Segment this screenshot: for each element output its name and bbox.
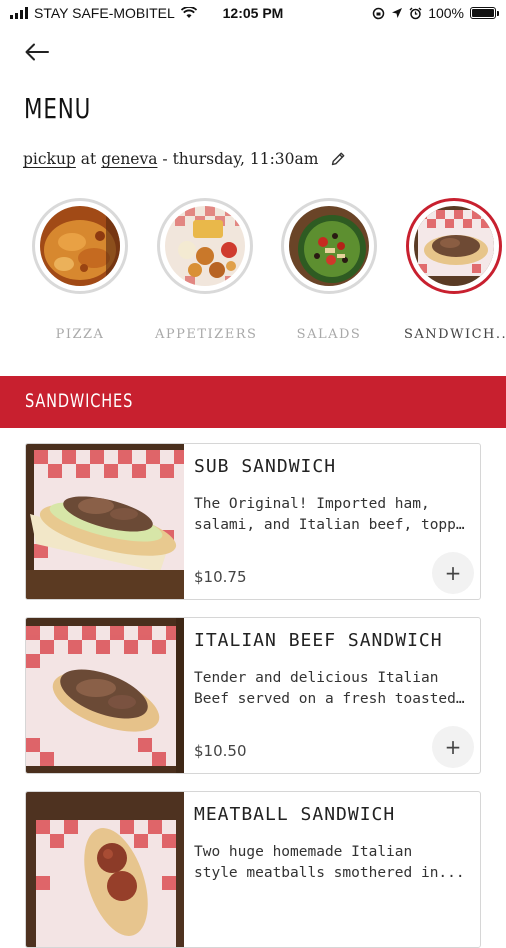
item-description-line: Tender and delicious Italian [194,670,439,686]
item-description: Two huge homemade Italian style meatball… [194,842,472,884]
category-label: PIZZA [55,327,105,342]
add-to-cart-button[interactable]: + [432,726,474,768]
menu-item-card[interactable]: ITALIAN BEEF SANDWICH Tender and delicio… [25,617,481,774]
item-description: The Original! Imported ham, salami, and … [194,494,472,536]
add-to-cart-button[interactable]: + [432,552,474,594]
item-price: $10.75 [194,568,247,586]
item-description: Tender and delicious Italian Beef served… [194,668,472,710]
location-link[interactable]: geneva [101,150,157,168]
item-description-line: Beef served on a fresh toasted... [194,691,472,707]
item-price: $10.50 [194,742,247,760]
sub-sandwich-photo [26,444,184,599]
category-salads[interactable]: SALADS [279,198,379,342]
item-name: ITALIAN BEEF SANDWICH [194,630,443,651]
item-description-line: salami, and Italian beef, toppe... [194,517,472,533]
category-label: SALADS [296,327,362,342]
salad-photo [289,206,369,286]
category-appetizers[interactable]: APPETIZERS [155,198,258,342]
item-name: SUB SANDWICH [194,456,337,477]
sandwich-photo [414,206,494,286]
category-ring [281,198,377,294]
item-description-line: Two huge homemade Italian [194,844,413,860]
italian-beef-photo [26,618,184,773]
category-ring [157,198,253,294]
item-description-line: style meatballs smothered in... [194,865,465,881]
pizza-photo [40,206,120,286]
back-arrow-icon [25,43,49,61]
plus-icon: + [444,735,462,759]
category-label: APPETIZERS [155,327,258,342]
status-right: 100% [372,5,499,21]
item-name: MEATBALL SANDWICH [194,804,396,825]
alarm-icon [409,7,422,19]
order-mode-link[interactable]: pickup [23,150,76,168]
orientation-lock-icon [372,7,385,19]
category-ring [32,198,128,294]
meatball-sandwich-photo [26,792,184,947]
location-icon [392,8,403,18]
back-button[interactable] [22,38,52,66]
item-description-line: The Original! Imported ham, [194,496,430,512]
section-title: SANDWICHES [25,390,134,412]
battery-fill [472,9,494,17]
plus-icon: + [444,561,462,585]
menu-item-card[interactable]: MEATBALL SANDWICH Two huge homemade Ital… [25,791,481,948]
section-header: SANDWICHES [0,376,506,428]
status-bar: STAY SAFE-MOBITEL 12:05 PM 100% [0,0,506,28]
page-title: MENU [24,92,92,125]
order-at-text: at [80,150,97,168]
category-sandwiches[interactable]: SANDWICH... [404,198,506,342]
category-carousel: PIZZA APPETIZERS SALADS SANDWICH... [0,198,506,358]
battery-percent: 100% [428,5,464,21]
edit-pencil-icon[interactable] [330,151,346,167]
category-label: SANDWICH... [404,327,506,342]
order-info: pickup at geneva - thursday, 11:30am [23,150,346,168]
appetizers-photo [165,206,245,286]
order-time-text: - thursday, 11:30am [162,150,319,168]
menu-item-card[interactable]: SUB SANDWICH The Original! Imported ham,… [25,443,481,600]
battery-icon [470,7,499,19]
category-ring [406,198,502,294]
category-pizza[interactable]: PIZZA [30,198,130,342]
